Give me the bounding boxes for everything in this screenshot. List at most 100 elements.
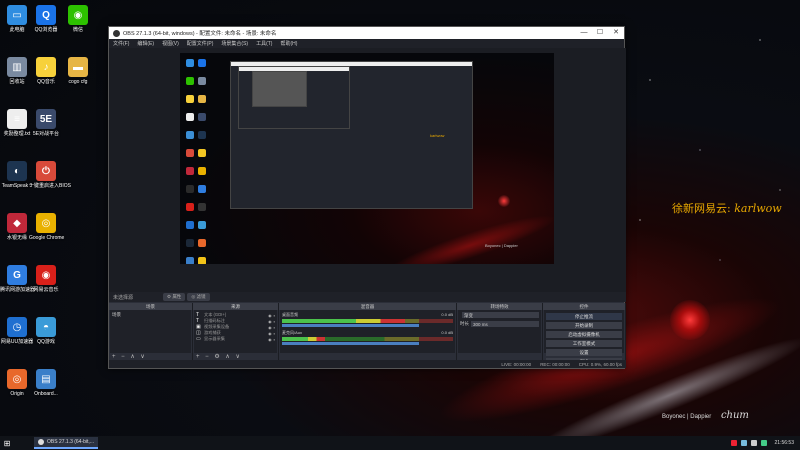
obs-logo-icon: [113, 29, 120, 37]
app-icon: ⏻: [36, 161, 56, 181]
cpu-status: CPU: 0.9%, 60.00 fps: [578, 361, 622, 367]
visibility-eye-icon[interactable]: ◉: [268, 319, 272, 324]
menu-file[interactable]: 文件(F): [113, 40, 129, 47]
preview-app-icon: [198, 59, 206, 67]
lock-icon[interactable]: ▪: [274, 337, 275, 342]
desktop-icon[interactable]: ⏻ 一键重启进入BIOS: [29, 161, 71, 189]
properties-button[interactable]: ⚙ 属性: [163, 293, 186, 301]
program-preview[interactable]: karlwow Boyonec | Dappier: [180, 53, 554, 264]
lock-icon[interactable]: ▪: [274, 325, 275, 330]
preview-app-icon: [186, 221, 194, 229]
menu-help[interactable]: 帮助(H): [280, 40, 297, 47]
desktop-icon[interactable]: ◉ 微信: [61, 5, 95, 33]
desktop: ▭ 此电脑 Q QQ浏览器 ◉ 微信 ▥ 回收站 ♪ QQ音乐 ▬ cogo cfg ≡ 奖励整理.txt…: [0, 0, 800, 436]
menu-scene-collection[interactable]: 场景集合(S): [221, 40, 248, 47]
menu-tools[interactable]: 工具(T): [256, 40, 272, 47]
taskbar-obs-item[interactable]: OBS 27.1.3 (64-bit,...: [34, 437, 98, 449]
start-button[interactable]: ⊞: [0, 436, 14, 450]
minimize-button[interactable]: —: [576, 27, 592, 39]
desktop-icon[interactable]: ▤ Onboard...: [29, 369, 63, 397]
sources-list: T 文本 (GDI+) ◉ ▪ T 扫描码标注 ◉ ▪ ▣ 视频采集设备 ◉ ▪ ◫ 游戏捕获 ◉ ▪ ▭ 显示器…: [194, 310, 277, 353]
preview-desktop-icons: [184, 57, 214, 264]
wallpaper-signature: Boyonec | Dappier chum: [662, 410, 749, 421]
properties-label: 属性: [172, 294, 182, 299]
control-button[interactable]: 启动虚拟摄像机: [546, 331, 622, 338]
app-icon: ◓: [36, 317, 56, 337]
desktop-icon[interactable]: ◓ QQ游戏: [29, 317, 63, 345]
taskbar: ⊞ OBS 27.1.3 (64-bit,... 21:56:53: [0, 436, 800, 450]
app-icon: ▬: [68, 57, 88, 77]
app-icon: ▤: [36, 369, 56, 389]
visibility-eye-icon[interactable]: ◉: [268, 325, 272, 330]
preview-app-icon: [198, 203, 206, 211]
desktop-icon-label: QQ音乐: [37, 79, 55, 85]
app-icon: ≡: [7, 109, 27, 129]
preview-app-icon: [198, 131, 206, 139]
tray-app-icon[interactable]: [730, 440, 737, 446]
transitions-body: 渐变 时长 300 ms: [458, 310, 541, 353]
tray-wechat-icon[interactable]: [760, 440, 767, 446]
preview-app-icon: [198, 77, 206, 85]
system-tray: 21:56:53: [729, 440, 800, 446]
sources-header: 来源: [193, 303, 278, 310]
preview-app-icon: [198, 221, 206, 229]
app-icon: ◎: [36, 213, 56, 233]
menu-edit[interactable]: 编辑(E): [137, 40, 154, 47]
scene-item[interactable]: 场景: [112, 312, 189, 318]
filters-button[interactable]: ◎ 滤镜: [187, 293, 210, 301]
obs-menubar: 文件(F) 编辑(E) 视图(V) 配置文件(P) 场景集合(S) 工具(T) …: [109, 39, 624, 48]
desktop-icon-label: 网易云音乐: [33, 287, 59, 293]
obs-titlebar[interactable]: OBS 27.1.3 (64-bit, windows) - 配置文件: 未命名…: [109, 27, 624, 39]
control-button[interactable]: 开始录制: [546, 322, 622, 329]
obs-window[interactable]: OBS 27.1.3 (64-bit, windows) - 配置文件: 未命名…: [108, 26, 626, 369]
menu-profile[interactable]: 配置文件(P): [187, 40, 214, 47]
visibility-eye-icon[interactable]: ◉: [268, 331, 272, 336]
preview-nebula: [498, 195, 510, 207]
app-icon: ◎: [7, 369, 27, 389]
desktop-icon-label: QQ浏览器: [34, 27, 58, 33]
desktop-icon-label: cogo cfg: [68, 79, 88, 85]
desktop-icon[interactable]: 5E 5E对战平台: [29, 109, 63, 137]
lock-icon[interactable]: ▪: [274, 313, 275, 318]
nested-obs-capture-3: [252, 71, 307, 107]
volume-slider[interactable]: [282, 324, 419, 327]
mixer-channel: 桌面音频 0.0 dB: [282, 312, 453, 327]
control-button[interactable]: 工作室模式: [546, 340, 622, 347]
lock-icon[interactable]: ▪: [274, 319, 275, 324]
control-button[interactable]: 停止推流: [546, 313, 622, 320]
maximize-button[interactable]: ☐: [592, 27, 608, 39]
source-toolbar: 未选择源 ⚙ 属性 ◎ 滤镜: [109, 292, 626, 302]
desktop-icon[interactable]: ▬ cogo cfg: [61, 57, 95, 85]
preview-app-icon: [186, 239, 194, 247]
transition-type-select[interactable]: 渐变: [462, 312, 539, 318]
menu-view[interactable]: 视图(V): [162, 40, 179, 47]
lock-icon[interactable]: ▪: [274, 331, 275, 336]
control-button[interactable]: 设置: [546, 349, 622, 356]
app-icon: ◉: [68, 5, 88, 25]
transition-type-row: 渐变: [460, 312, 539, 318]
volume-meter-fill: [282, 337, 325, 341]
network-icon[interactable]: [740, 440, 747, 446]
obs-taskbar-icon: [38, 439, 44, 445]
taskbar-clock[interactable]: 21:56:53: [775, 440, 794, 446]
preview-app-icon: [186, 167, 194, 175]
desktop-icon[interactable]: ◎ Google Chrome: [29, 213, 65, 241]
transitions-dock: 转场特效 渐变 时长 300 ms: [457, 303, 543, 362]
close-button[interactable]: ✕: [608, 27, 624, 39]
desktop-icon[interactable]: Q QQ浏览器: [29, 5, 63, 33]
red-nebula: [670, 300, 710, 340]
channel-db: 0.0 dB: [441, 312, 453, 317]
app-icon: Q: [36, 5, 56, 25]
volume-slider[interactable]: [282, 342, 419, 345]
preview-app-icon: [198, 239, 206, 247]
visibility-eye-icon[interactable]: ◉: [268, 313, 272, 318]
preview-app-icon: [186, 185, 194, 193]
desktop-icon-label: Google Chrome: [29, 235, 65, 241]
visibility-eye-icon[interactable]: ◉: [268, 337, 272, 342]
volume-icon[interactable]: [750, 440, 757, 446]
duration-input[interactable]: 300 ms: [471, 321, 539, 327]
desktop-icon[interactable]: ◉ 网易云音乐: [29, 265, 63, 293]
overlay-name: karlwow: [734, 202, 782, 215]
source-item[interactable]: ▭ 显示器采集 ◉ ▪: [196, 336, 275, 342]
desktop-icon[interactable]: ♪ QQ音乐: [29, 57, 63, 85]
